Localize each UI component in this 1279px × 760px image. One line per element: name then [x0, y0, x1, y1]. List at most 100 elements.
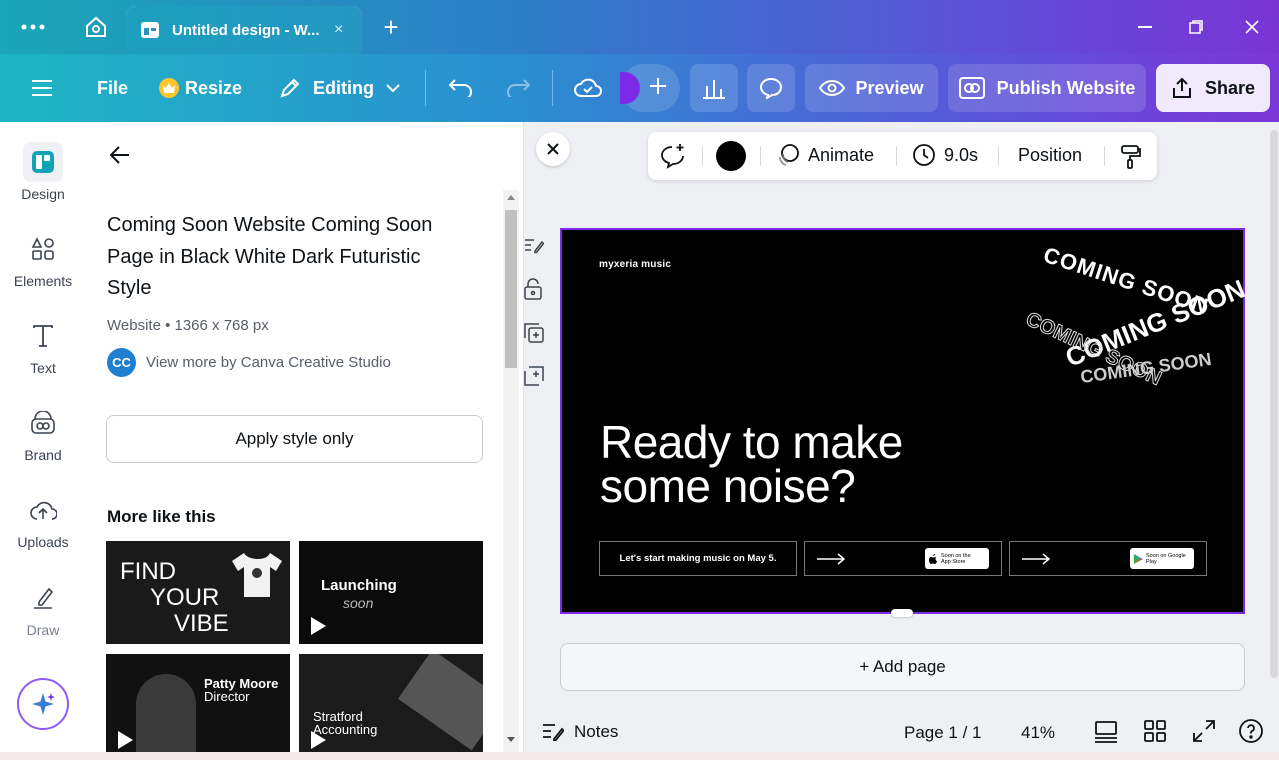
close-window-icon[interactable] — [1239, 14, 1265, 40]
rail-item-design[interactable]: Design — [0, 142, 86, 202]
brand-logo-text[interactable]: myxeria music — [599, 259, 671, 270]
new-tab-button[interactable]: + — [378, 12, 404, 42]
window-bottom-edge — [0, 752, 1279, 760]
minimize-icon[interactable] — [1132, 14, 1158, 40]
panel-scrollbar[interactable] — [503, 190, 519, 760]
design-page[interactable]: myxeria music COMING SOON COMING SOON CO… — [560, 228, 1249, 614]
paint-format-icon[interactable] — [1120, 144, 1142, 170]
thumb-text: Launching — [321, 577, 397, 594]
app-store-badge[interactable]: Soon on the App Store — [925, 548, 989, 569]
animate-button[interactable]: Animate — [776, 143, 874, 167]
template-title: Coming Soon Website Coming Soon Page in … — [107, 214, 433, 299]
grid-view-icon[interactable] — [1144, 720, 1166, 742]
chevron-down-icon — [386, 84, 400, 92]
rail-item-uploads[interactable]: Uploads — [0, 490, 86, 550]
rail-label-brand: Brand — [24, 447, 62, 463]
apply-style-button[interactable]: Apply style only — [106, 415, 483, 463]
notes-edit-icon[interactable] — [524, 236, 544, 254]
coming-soon-graphic[interactable]: COMING SOON COMING SOON COMING SOON COMI… — [1020, 238, 1249, 403]
page-view-icon[interactable] — [1094, 721, 1118, 743]
workspace-scrollbar[interactable] — [1270, 130, 1278, 678]
comment-button[interactable] — [747, 64, 795, 112]
undo-icon[interactable] — [449, 64, 473, 112]
template-thumbnail[interactable]: Launching soon — [299, 541, 483, 644]
toolbar-divider — [425, 70, 426, 106]
rail-label-elements: Elements — [13, 273, 73, 289]
publish-website-button[interactable]: Publish Website — [948, 64, 1146, 112]
redo-icon[interactable] — [506, 64, 530, 112]
file-menu[interactable]: File — [97, 64, 128, 112]
template-thumbnail[interactable]: Patty Moore Director — [106, 654, 290, 760]
panel-scroll-thumb[interactable] — [505, 210, 517, 368]
lock-icon[interactable] — [524, 278, 542, 300]
close-panel-button[interactable] — [536, 132, 570, 166]
app-store-box[interactable]: Soon on the App Store — [804, 541, 1002, 576]
headline-line: some noise? — [600, 460, 856, 512]
laptop-image — [397, 654, 483, 751]
toolbar-divider — [552, 70, 553, 106]
page-indicator[interactable]: Page 1 / 1 — [904, 723, 982, 743]
scroll-down-arrow[interactable] — [507, 737, 515, 742]
home-icon[interactable] — [83, 14, 109, 40]
google-play-icon — [1134, 553, 1143, 564]
clock-icon — [912, 143, 936, 167]
cta-box[interactable]: Let's start making music on May 5. — [599, 541, 797, 576]
template-author-link[interactable]: CC View more by Canva Creative Studio — [107, 348, 391, 377]
plus-icon — [648, 76, 668, 96]
back-arrow-icon[interactable] — [110, 146, 130, 164]
scroll-up-arrow[interactable] — [507, 195, 515, 200]
add-page-icon[interactable] — [524, 366, 544, 386]
collaborator-avatar — [620, 72, 640, 104]
duration-button[interactable]: 9.0s — [912, 143, 978, 167]
play-icon — [309, 616, 327, 636]
color-swatch[interactable] — [716, 141, 746, 171]
template-thumbnail[interactable]: Stratford Accounting — [299, 654, 483, 760]
zoom-level[interactable]: 41% — [1021, 723, 1055, 743]
browser-tab[interactable]: Untitled design - W... × — [126, 6, 362, 54]
animate-label: Animate — [808, 144, 875, 165]
thumb-text: FIND YOUR VIBE — [120, 558, 229, 637]
more-options-icon[interactable] — [20, 14, 46, 40]
editing-mode-button[interactable]: Editing — [279, 64, 400, 112]
magic-assistant-button[interactable] — [17, 678, 69, 730]
notes-icon — [542, 723, 564, 741]
title-bar: Untitled design - W... × + — [0, 0, 1279, 54]
rail-label-draw: Draw — [26, 622, 60, 638]
add-collaborator-button[interactable] — [620, 64, 680, 112]
template-meta: Website • 1366 x 768 px — [107, 317, 269, 334]
help-icon[interactable] — [1238, 718, 1264, 744]
notes-button[interactable]: Notes — [542, 722, 618, 742]
publish-label: Publish Website — [996, 77, 1136, 98]
share-button[interactable]: Share — [1156, 64, 1270, 112]
ai-comment-icon[interactable] — [660, 143, 686, 169]
rail-item-draw[interactable]: Draw — [0, 578, 86, 638]
google-play-box[interactable]: Soon on Google Play — [1009, 541, 1207, 576]
duplicate-page-icon[interactable] — [524, 323, 544, 343]
menu-icon[interactable] — [32, 64, 52, 112]
divider — [1104, 146, 1105, 166]
sparkle-icon — [30, 691, 56, 717]
draw-icon — [23, 578, 63, 618]
restore-icon[interactable] — [1183, 14, 1209, 40]
google-play-badge[interactable]: Soon on Google Play — [1130, 548, 1194, 569]
elements-icon — [23, 229, 63, 269]
insights-button[interactable] — [690, 64, 738, 112]
brand-icon — [23, 403, 63, 443]
tab-close-icon[interactable]: × — [334, 21, 343, 39]
template-thumbnail[interactable]: FIND YOUR VIBE — [106, 541, 290, 644]
fullscreen-icon[interactable] — [1193, 720, 1215, 742]
arrow-right-icon — [1022, 553, 1050, 565]
add-page-button[interactable]: + Add page — [560, 643, 1245, 691]
cloud-saved-icon[interactable] — [574, 64, 602, 112]
rail-label-design: Design — [21, 186, 65, 202]
position-button[interactable]: Position — [1018, 145, 1082, 166]
rail-item-elements[interactable]: Elements — [0, 229, 86, 289]
rail-item-text[interactable]: Text — [0, 316, 86, 376]
rail-label-uploads: Uploads — [17, 534, 69, 550]
resize-button[interactable]: Resize — [159, 64, 242, 112]
preview-button[interactable]: Preview — [805, 64, 938, 112]
resize-label: Resize — [185, 77, 243, 98]
rail-item-brand[interactable]: Brand — [0, 403, 86, 463]
headline[interactable]: Ready to make some noise? — [600, 419, 903, 512]
page-resize-handle[interactable] — [891, 609, 913, 617]
